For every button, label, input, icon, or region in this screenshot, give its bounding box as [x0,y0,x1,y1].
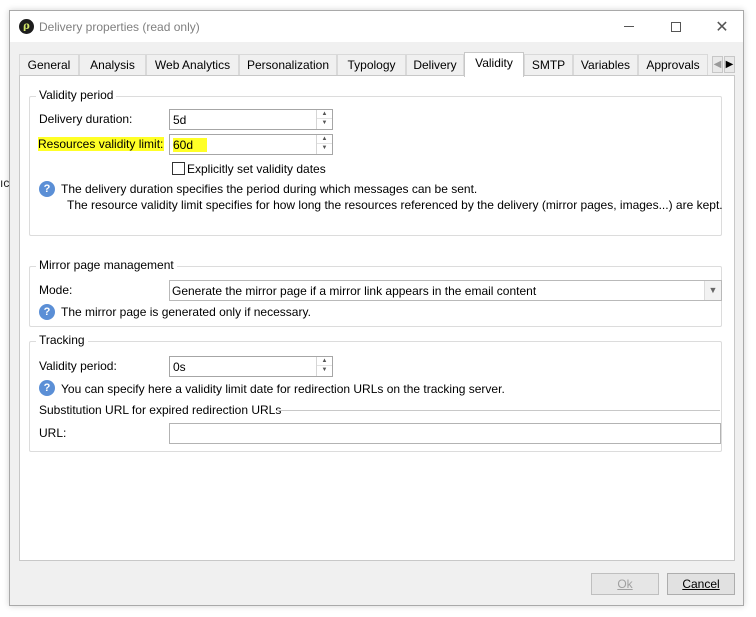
delivery-duration-stepper[interactable]: 5d ▲ ▼ [169,109,333,130]
validity-panel: Validity period Delivery duration: 5d ▲ … [19,75,735,561]
resources-validity-limit-value: 60d [173,138,208,152]
decrement-arrow-icon[interactable]: ▼ [317,144,332,153]
validity-help-line-2: The resource validity limit specifies fo… [67,198,723,212]
delivery-properties-dialog: ρ Delivery properties (read only) ✕ Gene… [9,10,744,606]
close-button[interactable]: ✕ [699,11,745,42]
tab-scroll-right-icon[interactable]: ▶ [724,56,735,73]
close-icon: ✕ [715,16,729,36]
tracking-validity-arrows: ▲ ▼ [316,357,332,376]
validity-period-group: Validity period Delivery duration: 5d ▲ … [29,88,723,236]
tracking-validity-stepper[interactable]: 0s ▲ ▼ [169,356,333,377]
tracking-help: You can specify here a validity limit da… [61,382,505,396]
delivery-duration-value: 5d [173,113,187,127]
tab-bar: General Analysis Web Analytics Personali… [19,52,735,77]
tab-personalization[interactable]: Personalization [239,54,337,76]
substitution-url-title: Substitution URL for expired redirection… [39,403,282,417]
tab-scroll-left-icon[interactable]: ◀ [712,56,723,73]
delivery-duration-label: Delivery duration: [39,112,133,126]
cancel-button[interactable]: Cancel [667,573,735,595]
window-title: Delivery properties (read only) [39,20,200,34]
minimize-button[interactable] [606,11,652,42]
tab-smtp[interactable]: SMTP [524,54,573,76]
url-label: URL: [39,426,67,440]
increment-arrow-icon[interactable]: ▲ [317,357,332,366]
minimize-icon [624,26,634,27]
tracking-group: Tracking Validity period: 0s ▲ ▼ ? You c… [29,333,722,452]
decrement-arrow-icon[interactable]: ▼ [317,366,332,375]
increment-arrow-icon[interactable]: ▲ [317,135,332,144]
maximize-button[interactable] [653,11,699,42]
increment-arrow-icon[interactable]: ▲ [317,110,332,119]
url-input[interactable] [169,423,721,444]
substitution-divider [276,410,720,411]
validity-period-title: Validity period [36,88,117,102]
mirror-page-help: The mirror page is generated only if nec… [61,305,311,319]
question-mark-icon: ? [39,380,55,396]
mirror-mode-label: Mode: [39,283,73,297]
resources-validity-limit-arrows: ▲ ▼ [316,135,332,154]
mirror-mode-value: Generate the mirror page if a mirror lin… [172,284,537,298]
tab-approvals[interactable]: Approvals [638,54,708,76]
decrement-arrow-icon[interactable]: ▼ [317,119,332,128]
ok-button[interactable]: Ok [591,573,659,595]
question-mark-icon: ? [39,181,55,197]
explicit-validity-dates-checkbox[interactable] [172,162,185,175]
background-window-text: ıc [0,176,10,190]
chevron-down-icon[interactable]: ▼ [704,281,721,300]
mirror-page-title: Mirror page management [36,258,177,272]
explicit-validity-dates-label: Explicitly set validity dates [187,162,326,176]
mirror-mode-dropdown[interactable]: Generate the mirror page if a mirror lin… [169,280,722,301]
tracking-title: Tracking [36,333,88,347]
app-logo-icon: ρ [19,19,34,34]
tracking-validity-label: Validity period: [39,359,117,373]
tab-delivery[interactable]: Delivery [406,54,464,76]
tab-variables[interactable]: Variables [573,54,638,76]
tracking-validity-value: 0s [173,360,186,374]
resources-validity-limit-label: Resources validity limit: [38,137,165,151]
tab-typology[interactable]: Typology [337,54,406,76]
maximize-icon [671,21,681,32]
tab-analysis[interactable]: Analysis [79,54,146,76]
tab-web-analytics[interactable]: Web Analytics [146,54,239,76]
tab-validity[interactable]: Validity [464,52,524,77]
delivery-duration-arrows: ▲ ▼ [316,110,332,129]
cancel-button-label: Cancel [682,577,720,591]
tab-general[interactable]: General [19,54,79,76]
validity-help-line-1: The delivery duration specifies the peri… [61,182,478,196]
mirror-page-group: Mirror page management Mode: Generate th… [29,258,722,327]
ok-button-label: Ok [617,577,633,591]
question-mark-icon: ? [39,304,55,320]
resources-validity-limit-stepper[interactable]: 60d ▲ ▼ [169,134,333,155]
title-bar[interactable]: ρ Delivery properties (read only) ✕ [10,11,743,42]
